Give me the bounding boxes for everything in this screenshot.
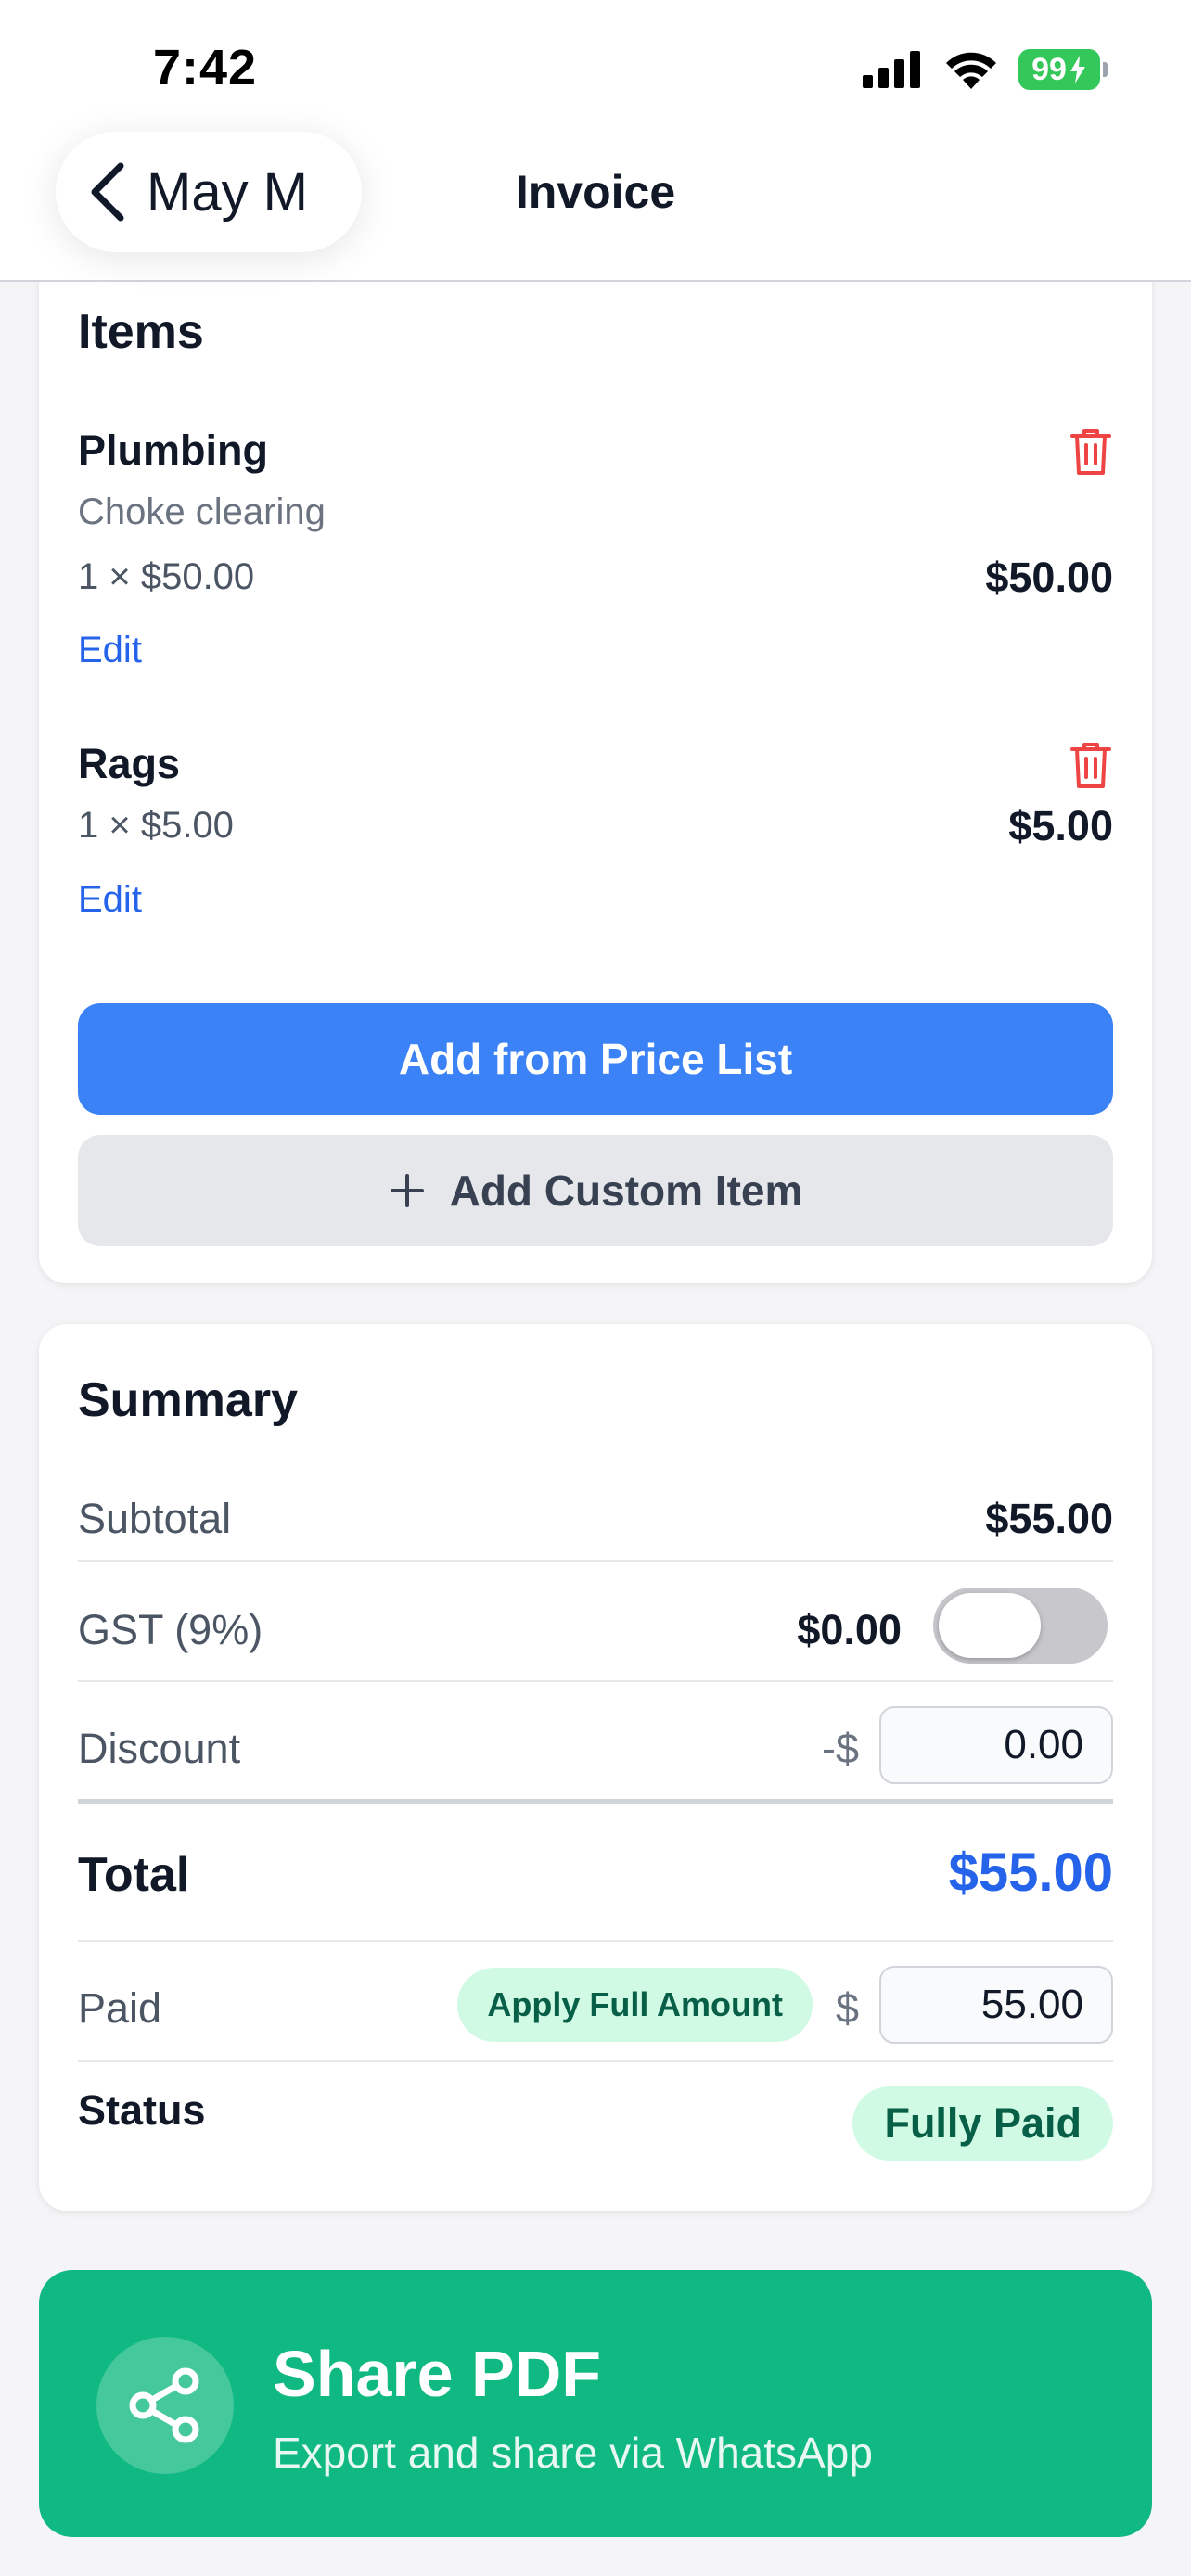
trash-icon[interactable] [1069, 740, 1113, 790]
items-heading: Items [78, 305, 204, 359]
status-label: Status [78, 2086, 206, 2134]
divider [78, 1940, 1113, 1942]
summary-heading: Summary [78, 1373, 298, 1427]
gst-label: GST (9%) [78, 1606, 263, 1653]
item-qty-price: 1 × $50.00 [78, 556, 255, 597]
item-amount: $50.00 [985, 554, 1113, 601]
subtotal-row: Subtotal $55.00 [78, 1489, 1113, 1545]
discount-prefix: -$ [821, 1725, 859, 1772]
divider [78, 2060, 1113, 2062]
item-name: Rags [78, 740, 181, 787]
discount-input[interactable]: 0.00 [879, 1706, 1113, 1784]
battery-level: 99 [1031, 51, 1067, 87]
status-badge: Fully Paid [852, 2086, 1113, 2161]
page-title: Invoice [515, 166, 676, 218]
line-item: Plumbing Choke clearing 1 × $50.00 $50.0… [78, 427, 1113, 671]
total-row: Total $55.00 [78, 1834, 1113, 1908]
item-name: Plumbing [78, 427, 268, 474]
share-pdf-subtitle: Export and share via WhatsApp [273, 2429, 873, 2477]
status-time: 7:42 [153, 40, 258, 96]
share-icon [129, 2367, 199, 2443]
wifi-icon [946, 52, 996, 89]
add-custom-item-label: Add Custom Item [449, 1167, 803, 1215]
plus-icon [390, 1174, 424, 1207]
summary-card: Summary Subtotal $55.00 GST (9%) $0.00 D… [39, 1324, 1152, 2211]
item-edit-link[interactable]: Edit [78, 879, 142, 921]
toggle-knob [939, 1593, 1041, 1658]
status-bar: 7:42 99 [0, 0, 1191, 139]
subtotal-label: Subtotal [78, 1495, 232, 1542]
paid-amount-input[interactable]: 55.00 [879, 1966, 1113, 2044]
line-item: Rags 1 × $5.00 $5.00 Edit [78, 740, 1113, 925]
paid-row: Paid Apply Full Amount $ 55.00 [78, 1962, 1113, 2046]
add-from-price-list-label: Add from Price List [398, 1035, 793, 1083]
nav-bar: May M Invoice [0, 121, 1191, 282]
item-description: Choke clearing [78, 491, 326, 532]
total-value: $55.00 [948, 1843, 1113, 1903]
item-edit-link[interactable]: Edit [78, 630, 142, 671]
paid-label: Paid [78, 1984, 162, 2032]
charging-bolt-icon [1069, 56, 1085, 83]
gst-toggle[interactable] [933, 1588, 1108, 1664]
status-badge-text: Fully Paid [884, 2099, 1082, 2147]
divider [78, 1560, 1113, 1562]
total-divider [78, 1799, 1113, 1804]
item-qty-price: 1 × $5.00 [78, 805, 234, 846]
subtotal-value: $55.00 [985, 1495, 1113, 1542]
paid-prefix: $ [835, 1984, 859, 2032]
discount-row: Discount -$ 0.00 [78, 1702, 1113, 1786]
apply-full-amount-button[interactable]: Apply Full Amount [457, 1968, 813, 2042]
battery-icon: 99 [1018, 49, 1108, 90]
discount-label: Discount [78, 1725, 241, 1772]
status-icons: 99 [863, 48, 1108, 91]
cellular-signal-icon [863, 51, 920, 88]
apply-full-amount-label: Apply Full Amount [487, 1985, 783, 2023]
status-row: Status Fully Paid [78, 2081, 1113, 2161]
gst-value: $0.00 [797, 1606, 902, 1653]
item-amount: $5.00 [1008, 802, 1113, 849]
total-label: Total [78, 1848, 190, 1902]
share-icon-container [96, 2337, 234, 2474]
items-card: Items Plumbing Choke clearing 1 × $50.00… [39, 260, 1152, 1283]
divider [78, 1680, 1113, 1682]
add-custom-item-button[interactable]: Add Custom Item [78, 1135, 1113, 1246]
trash-icon[interactable] [1069, 427, 1113, 477]
share-pdf-button[interactable]: Share PDF Export and share via WhatsApp [39, 2270, 1152, 2537]
share-pdf-title: Share PDF [273, 2338, 601, 2410]
add-from-price-list-button[interactable]: Add from Price List [78, 1003, 1113, 1115]
gst-row: GST (9%) $0.00 [78, 1584, 1113, 1667]
